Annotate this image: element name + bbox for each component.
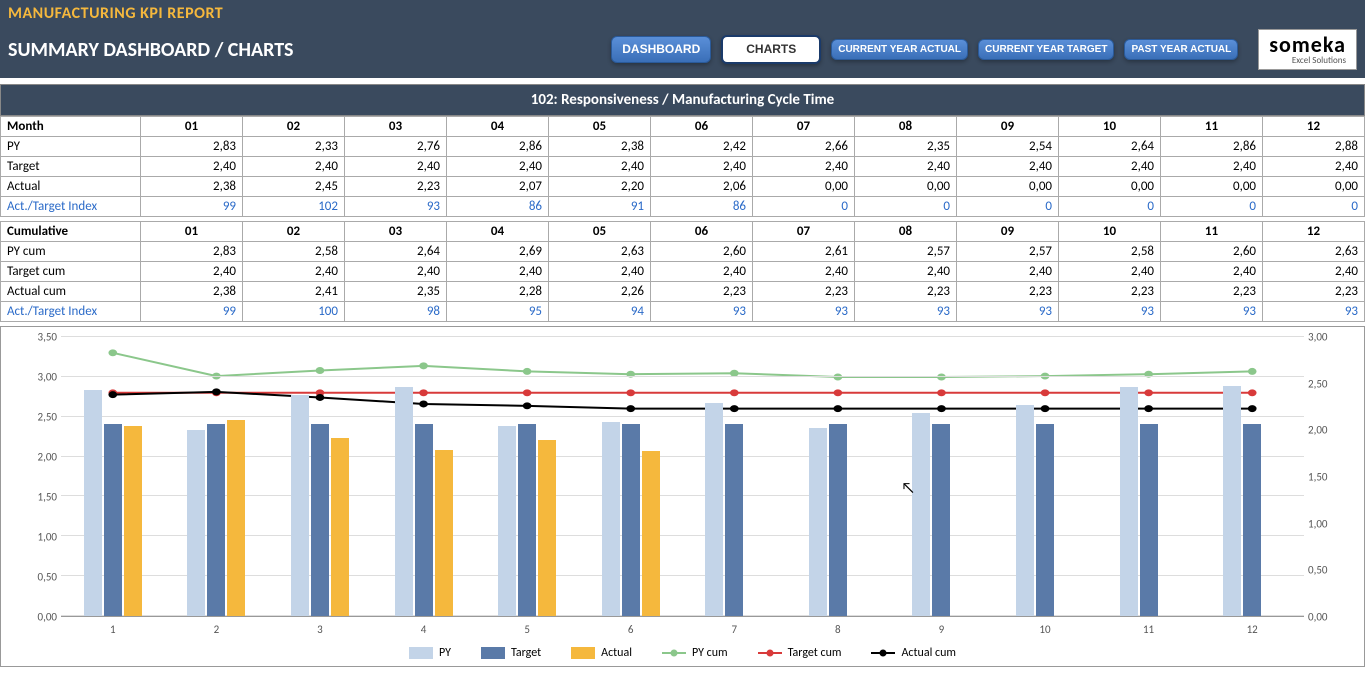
bar-py (187, 430, 205, 616)
bar-actual (331, 438, 349, 616)
bar-target (311, 424, 329, 616)
bar-actual (642, 451, 660, 616)
table-row: PY cum2,832,582,642,692,632,602,612,572,… (1, 242, 1365, 262)
bar-actual (435, 450, 453, 616)
bar-target (725, 424, 743, 616)
subtitle-bar: SUMMARY DASHBOARD / CHARTS DASHBOARD CHA… (0, 27, 1365, 78)
cumulative-table: Cumulative010203040506070809101112 PY cu… (0, 221, 1365, 322)
bar-actual (124, 426, 142, 616)
table-row: Target2,402,402,402,402,402,402,402,402,… (1, 157, 1365, 177)
current-year-actual-button[interactable]: CURRENT YEAR ACTUAL (831, 39, 968, 60)
bar-target (829, 424, 847, 616)
bar-py (1223, 386, 1241, 616)
table-row: Actual2,382,452,232,072,202,060,000,000,… (1, 177, 1365, 197)
charts-button[interactable]: CHARTS (721, 35, 821, 64)
bar-py (84, 390, 102, 616)
legend-item: Actual cum (871, 646, 956, 660)
bar-py (395, 387, 413, 616)
bar-target (1036, 424, 1054, 616)
table-row: Act./Target Index9910293869186000000 (1, 197, 1365, 217)
bar-py (705, 403, 723, 616)
table-row: Target cum2,402,402,402,402,402,402,402,… (1, 262, 1365, 282)
bar-target (207, 424, 225, 616)
bar-actual (538, 440, 556, 616)
legend-item: Target (481, 646, 541, 660)
legend-item: PY cum (662, 646, 728, 660)
dashboard-button[interactable]: DASHBOARD (611, 36, 711, 63)
bar-py (809, 428, 827, 616)
bar-py (1120, 387, 1138, 616)
bar-py (602, 422, 620, 616)
legend-item: Actual (571, 646, 632, 660)
table-row: Actual cum2,382,412,352,282,262,232,232,… (1, 282, 1365, 302)
y-axis-left: 0,000,501,001,502,002,503,003,50 (21, 337, 61, 617)
table-row: PY2,832,332,762,862,382,422,662,352,542,… (1, 137, 1365, 157)
table-row: Act./Target Index99100989594939393939393… (1, 302, 1365, 322)
monthly-table: Month010203040506070809101112 PY2,832,33… (0, 116, 1365, 217)
bar-actual (227, 420, 245, 616)
bar-target (932, 424, 950, 616)
plot-area (61, 337, 1304, 617)
legend-item: PY (409, 646, 451, 660)
bar-py (291, 395, 309, 616)
bar-target (415, 424, 433, 616)
bar-target (1140, 424, 1158, 616)
bar-target (622, 424, 640, 616)
past-year-actual-button[interactable]: PAST YEAR ACTUAL (1124, 39, 1238, 60)
bar-target (104, 424, 122, 616)
chart-legend: PY Target Actual PY cum Target cum Actual cum (21, 646, 1344, 660)
someka-logo: someka Excel Solutions (1258, 29, 1357, 70)
bar-py (498, 426, 516, 616)
current-year-target-button[interactable]: CURRENT YEAR TARGET (978, 39, 1114, 60)
logo-text: someka (1269, 34, 1346, 56)
bar-py (1016, 405, 1034, 616)
kpi-chart: 0,000,501,001,502,002,503,003,50 0,000,5… (0, 326, 1365, 667)
page-subtitle: SUMMARY DASHBOARD / CHARTS (8, 38, 293, 62)
bar-target (518, 424, 536, 616)
legend-item: Target cum (758, 646, 842, 660)
bar-target (1243, 424, 1261, 616)
bar-py (912, 413, 930, 616)
header-bar: MANUFACTURING KPI REPORT (0, 0, 1365, 27)
nav-buttons: DASHBOARD CHARTS CURRENT YEAR ACTUAL CUR… (611, 29, 1357, 70)
y-axis-right: 0,000,501,001,502,002,503,00 (1304, 337, 1344, 617)
report-title: MANUFACTURING KPI REPORT (8, 4, 223, 23)
x-axis-labels: 123456789101112 (61, 617, 1304, 636)
kpi-section-title: 102: Responsiveness / Manufacturing Cycl… (0, 84, 1365, 116)
